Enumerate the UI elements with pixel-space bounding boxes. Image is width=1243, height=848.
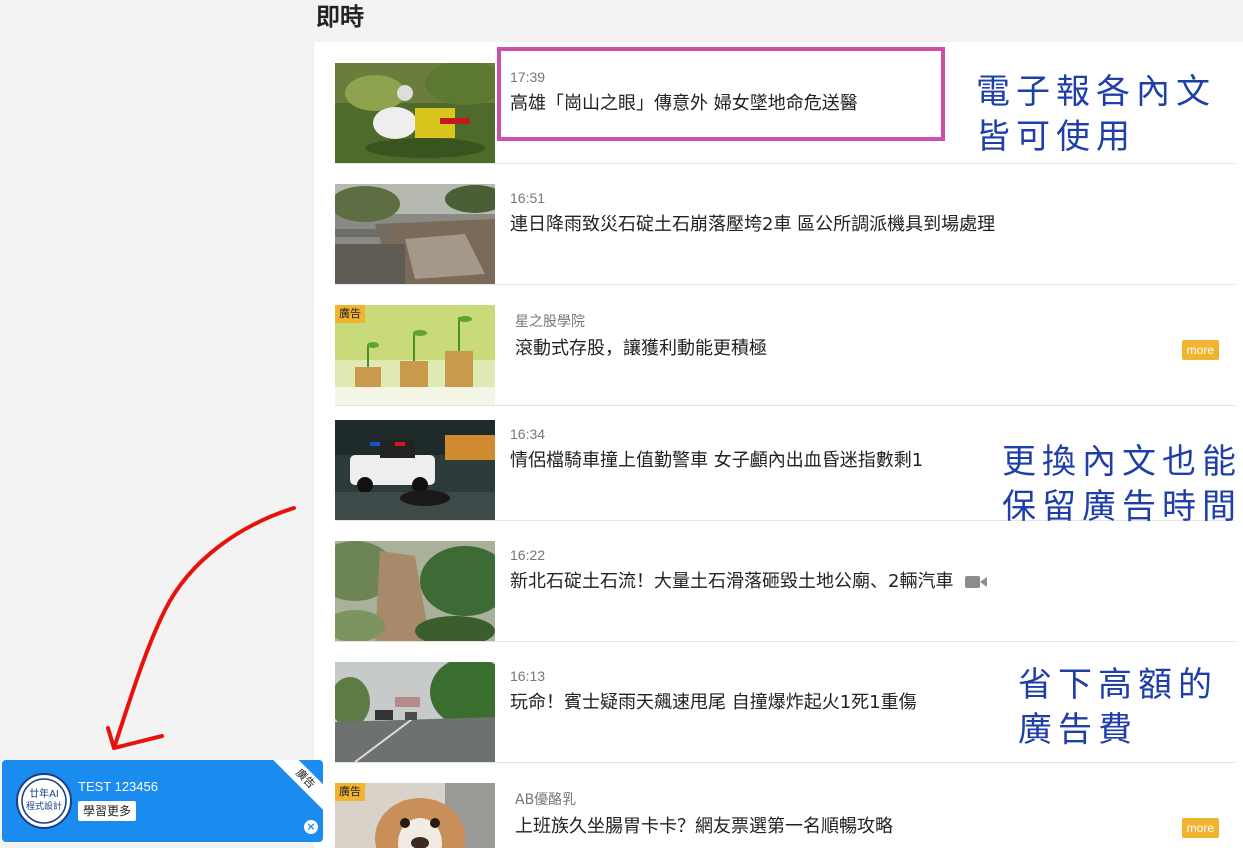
annotation-note: 電子報各內文 皆可使用 — [976, 70, 1216, 160]
annotation-line: 皆可使用 — [976, 117, 1136, 157]
rescue-scene-image[interactable] — [335, 63, 495, 163]
ad-item[interactable]: 廣告 AB優酪乳 上班族久坐腸胃卡卡？網友票選第一名順暢攻略 more — [335, 783, 1235, 848]
logo-text-line: 廿年AI — [29, 787, 59, 800]
annotation-line: 廣告費 — [1018, 710, 1138, 750]
close-icon[interactable]: × — [304, 820, 318, 834]
ad-title[interactable]: 滾動式存股，讓獲利動能更積極 — [515, 334, 767, 360]
annotation-note: 省下高額的 廣告費 — [1018, 663, 1218, 753]
mudslide-hill-image[interactable] — [335, 541, 495, 641]
section-title: 即時 — [316, 3, 364, 31]
ad-badge: 廣告 — [335, 305, 365, 323]
floating-ad-widget[interactable]: 廿年AI 程式設計 TEST 123456 學習更多 廣告 × — [2, 760, 323, 842]
rainy-highway-image[interactable] — [335, 662, 495, 762]
news-item[interactable]: 16:51 連日降雨致災石碇土石崩落壓垮2車 區公所調派機具到場處理 — [335, 184, 1235, 285]
news-headline[interactable]: 連日降雨致災石碇土石崩落壓垮2車 區公所調派機具到場處理 — [510, 210, 995, 236]
annotation-line: 省下高額的 — [1018, 665, 1218, 705]
news-headline-text: 新北石碇土石流！大量土石滑落砸毀土地公廟、2輛汽車 — [510, 571, 954, 592]
highlight-box — [497, 47, 945, 141]
logo-text-line: 程式設計 — [26, 800, 62, 812]
bulldog-image[interactable]: 廣告 — [335, 783, 495, 848]
news-time: 16:34 — [510, 426, 546, 442]
annotation-line: 電子報各內文 — [976, 72, 1216, 112]
more-button[interactable]: more — [1181, 340, 1219, 360]
ad-title[interactable]: 上班族久坐腸胃卡卡？網友票選第一名順暢攻略 — [515, 812, 893, 838]
news-headline[interactable]: 玩命！賓士疑雨天飆速甩尾 自撞爆炸起火1死1重傷 — [510, 688, 917, 714]
more-button[interactable]: more — [1181, 818, 1219, 838]
landslide-road-image[interactable] — [335, 184, 495, 284]
school-logo-icon: 廿年AI 程式設計 — [16, 773, 72, 829]
annotation-line: 保留廣告時間 — [1002, 487, 1242, 527]
ad-ribbon: 廣告 — [270, 760, 323, 814]
news-time: 16:13 — [510, 668, 546, 684]
ad-source: AB優酪乳 — [515, 792, 577, 808]
widget-title: TEST 123456 — [78, 779, 158, 794]
coin-plants-image[interactable]: 廣告 — [335, 305, 495, 405]
ad-source: 星之股學院 — [515, 314, 585, 330]
news-time: 16:22 — [510, 547, 546, 563]
police-car-crash-image[interactable] — [335, 420, 495, 520]
ad-badge: 廣告 — [335, 783, 365, 801]
news-headline[interactable]: 情侶檔騎車撞上值勤警車 女子顱內出血昏迷指數剩1 — [510, 446, 923, 472]
annotation-line: 更換內文也能 — [1002, 442, 1242, 482]
news-time: 16:51 — [510, 190, 546, 206]
ad-item[interactable]: 廣告 星之股學院 滾動式存股，讓獲利動能更積極 more — [335, 305, 1235, 406]
annotation-note: 更換內文也能 保留廣告時間 — [1002, 440, 1242, 530]
learn-more-button[interactable]: 學習更多 — [78, 801, 137, 821]
news-item[interactable]: 16:22 新北石碇土石流！大量土石滑落砸毀土地公廟、2輛汽車 — [335, 541, 1235, 642]
news-headline[interactable]: 新北石碇土石流！大量土石滑落砸毀土地公廟、2輛汽車 — [510, 567, 988, 593]
video-icon — [965, 576, 988, 588]
